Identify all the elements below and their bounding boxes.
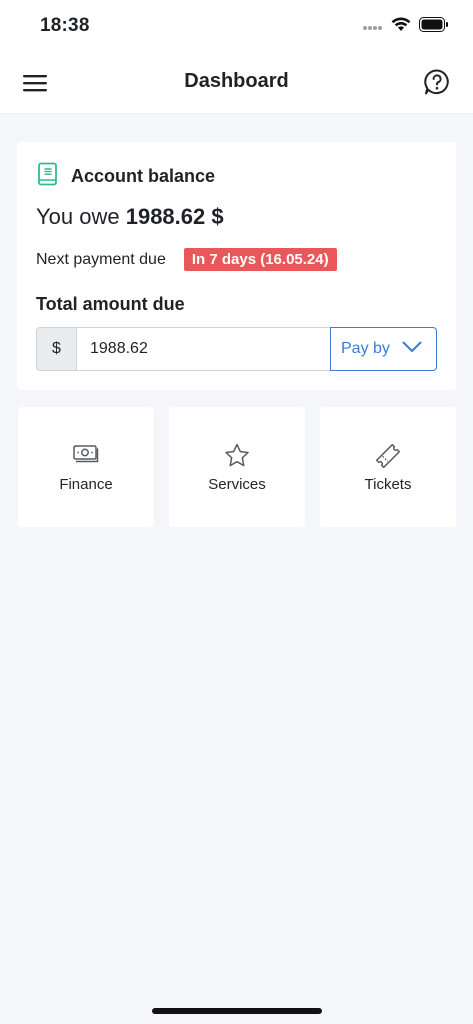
next-payment-row: Next payment due In 7 days (16.05.24) [36, 248, 337, 271]
tile-finance-label: Finance [59, 476, 113, 493]
ledger-book-icon [37, 162, 59, 191]
tile-finance[interactable]: Finance [18, 407, 154, 527]
due-date-badge: In 7 days (16.05.24) [183, 248, 337, 271]
star-icon [169, 443, 305, 469]
amount-input[interactable] [76, 327, 330, 371]
currency-addon: $ [36, 327, 76, 371]
top-nav-bar: Dashboard [0, 52, 473, 114]
owe-summary: You owe 1988.62 $ [36, 204, 224, 230]
owe-amount: 1988.62 $ [125, 204, 224, 229]
status-bar: 18:38 [0, 0, 473, 52]
pay-by-label: Pay by [341, 340, 390, 357]
wifi-icon [391, 17, 411, 37]
tile-services[interactable]: Services [169, 407, 305, 527]
owe-prefix: You owe [36, 204, 126, 229]
tile-tickets[interactable]: Tickets [320, 407, 456, 527]
shortcut-tiles: Finance Services Tickets [18, 407, 456, 527]
home-indicator[interactable] [152, 1008, 322, 1014]
next-payment-label: Next payment due [36, 250, 166, 268]
cash-icon [18, 443, 154, 469]
account-balance-card: Account balance You owe 1988.62 $ Next p… [17, 142, 456, 390]
signal-icon [363, 18, 383, 36]
status-time: 18:38 [40, 15, 90, 36]
total-amount-label: Total amount due [36, 294, 185, 314]
page-title: Dashboard [184, 70, 289, 92]
battery-icon [419, 17, 449, 37]
chevron-down-icon [402, 340, 422, 358]
payment-input-group: $ Pay by [36, 327, 437, 371]
status-icons [363, 17, 449, 37]
tile-tickets-label: Tickets [364, 476, 412, 493]
pay-by-dropdown-button[interactable]: Pay by [330, 327, 437, 371]
card-header: Account balance [37, 162, 215, 191]
tile-services-label: Services [208, 476, 266, 493]
help-chat-icon[interactable] [423, 68, 451, 96]
card-title: Account balance [71, 166, 216, 186]
ticket-icon [320, 443, 456, 469]
